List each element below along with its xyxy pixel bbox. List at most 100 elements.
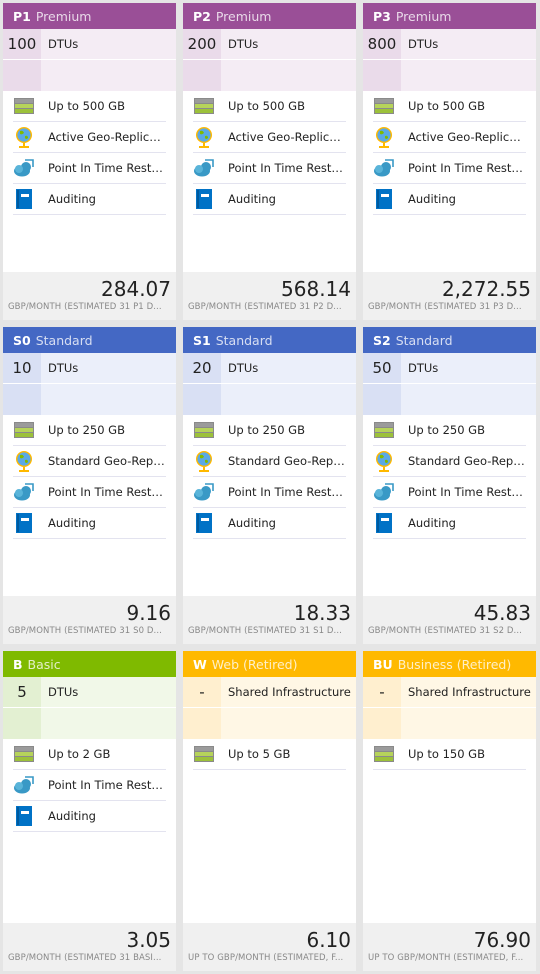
storage-icon xyxy=(373,419,395,441)
book-icon xyxy=(373,188,395,210)
feature-item: Up to 500 GB xyxy=(13,91,166,122)
book-icon xyxy=(13,805,35,827)
feature-label: Point In Time Resto... xyxy=(48,778,166,792)
feature-item: Standard Geo-Repli... xyxy=(13,446,166,477)
feature-item: Up to 500 GB xyxy=(373,91,526,122)
feature-item: Standard Geo-Repli... xyxy=(193,446,346,477)
feature-list: Up to 2 GB Point In Time Resto... Auditing xyxy=(3,739,176,923)
pricing-tier-card-p3[interactable]: P3 Premium 800 DTUs Up to 500 GB Active G… xyxy=(363,3,536,320)
feature-item: Auditing xyxy=(13,184,166,215)
feature-label: Active Geo-Replicat... xyxy=(228,130,346,144)
spec-label: DTUs xyxy=(221,29,356,59)
pricing-tier-card-w[interactable]: W Web (Retired) - Shared Infrastructure … xyxy=(183,651,356,971)
feature-item: Active Geo-Replicat... xyxy=(373,122,526,153)
tier-spec: 50 DTUs xyxy=(363,353,536,415)
feature-label: Point In Time Resto... xyxy=(48,485,166,499)
pricing-tier-card-s1[interactable]: S1 Standard 20 DTUs Up to 250 GB Standard… xyxy=(183,327,356,644)
tier-code: P2 xyxy=(193,8,211,24)
feature-label: Up to 500 GB xyxy=(48,99,125,113)
feature-item: Auditing xyxy=(13,801,166,832)
pricing-tier-card-s2[interactable]: S2 Standard 50 DTUs Up to 250 GB Standard… xyxy=(363,327,536,644)
tier-price-footer: 9.16 GBP/MONTH (ESTIMATED 31 S0 D... xyxy=(3,596,176,644)
pricing-tier-card-b[interactable]: B Basic 5 DTUs Up to 2 GB Point In Time R… xyxy=(3,651,176,971)
tier-code: BU xyxy=(373,656,393,672)
price-note: GBP/MONTH (ESTIMATED 31 P1 D... xyxy=(8,302,162,312)
tier-header: P3 Premium xyxy=(363,3,536,29)
cloud-restore-icon xyxy=(193,157,215,179)
tier-price: 2,272.55 xyxy=(441,277,531,301)
feature-item: Active Geo-Replicat... xyxy=(13,122,166,153)
price-note: UP TO GBP/MONTH (ESTIMATED, F... xyxy=(368,953,524,963)
cloud-restore-icon xyxy=(13,157,35,179)
price-note: UP TO GBP/MONTH (ESTIMATED, F... xyxy=(188,953,344,963)
feature-item: Point In Time Resto... xyxy=(193,477,346,508)
feature-label: Point In Time Resto... xyxy=(228,485,346,499)
tier-price-footer: 45.83 GBP/MONTH (ESTIMATED 31 S2 D... xyxy=(363,596,536,644)
spec-label: DTUs xyxy=(401,353,536,383)
spec-value: - xyxy=(183,677,221,707)
tier-spec: 10 DTUs xyxy=(3,353,176,415)
tier-code: W xyxy=(193,656,207,672)
spec-row-blank xyxy=(363,60,536,91)
feature-label: Up to 150 GB xyxy=(408,747,485,761)
feature-item: Up to 250 GB xyxy=(13,415,166,446)
spec-row: 5 DTUs xyxy=(3,677,176,708)
tier-price: 76.90 xyxy=(473,928,531,952)
tier-code: S0 xyxy=(13,332,31,348)
tier-header: W Web (Retired) xyxy=(183,651,356,677)
tier-price-footer: 2,272.55 GBP/MONTH (ESTIMATED 31 P3 D... xyxy=(363,272,536,320)
feature-label: Up to 500 GB xyxy=(228,99,305,113)
feature-label: Point In Time Resto... xyxy=(228,161,346,175)
spec-value: - xyxy=(363,677,401,707)
tier-name: Standard xyxy=(395,332,453,348)
tier-price: 3.05 xyxy=(126,928,171,952)
pricing-tier-card-s0[interactable]: S0 Standard 10 DTUs Up to 250 GB Standard… xyxy=(3,327,176,644)
spec-label: DTUs xyxy=(401,29,536,59)
spec-label: DTUs xyxy=(221,353,356,383)
spec-row: 200 DTUs xyxy=(183,29,356,60)
spec-row: - Shared Infrastructure xyxy=(363,677,536,708)
book-icon xyxy=(193,512,215,534)
feature-label: Auditing xyxy=(228,516,276,530)
feature-list: Up to 500 GB Active Geo-Replicat... Point … xyxy=(3,91,176,272)
pricing-tier-card-p1[interactable]: P1 Premium 100 DTUs Up to 500 GB Active G… xyxy=(3,3,176,320)
pricing-tier-card-bu[interactable]: BU Business (Retired) - Shared Infrastru… xyxy=(363,651,536,971)
feature-item: Up to 2 GB xyxy=(13,739,166,770)
price-note: GBP/MONTH (ESTIMATED 31 BASI... xyxy=(8,953,162,963)
feature-item: Point In Time Resto... xyxy=(13,153,166,184)
tier-name: Basic xyxy=(27,656,61,672)
pricing-tier-card-p2[interactable]: P2 Premium 200 DTUs Up to 500 GB Active G… xyxy=(183,3,356,320)
price-note: GBP/MONTH (ESTIMATED 31 S1 D... xyxy=(188,626,342,636)
storage-icon xyxy=(13,419,35,441)
tier-spec: 5 DTUs xyxy=(3,677,176,739)
tier-name: Premium xyxy=(215,8,272,24)
book-icon xyxy=(373,512,395,534)
tier-code: P1 xyxy=(13,8,31,24)
feature-label: Point In Time Resto... xyxy=(408,485,526,499)
tier-spec: - Shared Infrastructure xyxy=(183,677,356,739)
storage-icon xyxy=(373,743,395,765)
feature-label: Standard Geo-Repli... xyxy=(408,454,526,468)
feature-list: Up to 500 GB Active Geo-Replicat... Point … xyxy=(363,91,536,272)
globe-icon xyxy=(193,450,215,472)
feature-label: Auditing xyxy=(48,192,96,206)
feature-list: Up to 250 GB Standard Geo-Repli... Point I… xyxy=(3,415,176,596)
feature-label: Point In Time Resto... xyxy=(48,161,166,175)
spec-value: 5 xyxy=(3,677,41,707)
globe-icon xyxy=(13,126,35,148)
storage-icon xyxy=(193,95,215,117)
globe-icon xyxy=(373,126,395,148)
feature-label: Standard Geo-Repli... xyxy=(48,454,166,468)
spec-row: 10 DTUs xyxy=(3,353,176,384)
feature-label: Auditing xyxy=(408,192,456,206)
feature-label: Active Geo-Replicat... xyxy=(408,130,526,144)
tier-name: Standard xyxy=(215,332,273,348)
spec-value: 10 xyxy=(3,353,41,383)
feature-item: Up to 500 GB xyxy=(193,91,346,122)
feature-label: Up to 250 GB xyxy=(48,423,125,437)
feature-item: Auditing xyxy=(373,184,526,215)
spec-label: Shared Infrastructure xyxy=(221,677,356,707)
tier-header: S0 Standard xyxy=(3,327,176,353)
feature-item: Auditing xyxy=(13,508,166,539)
feature-label: Up to 500 GB xyxy=(408,99,485,113)
